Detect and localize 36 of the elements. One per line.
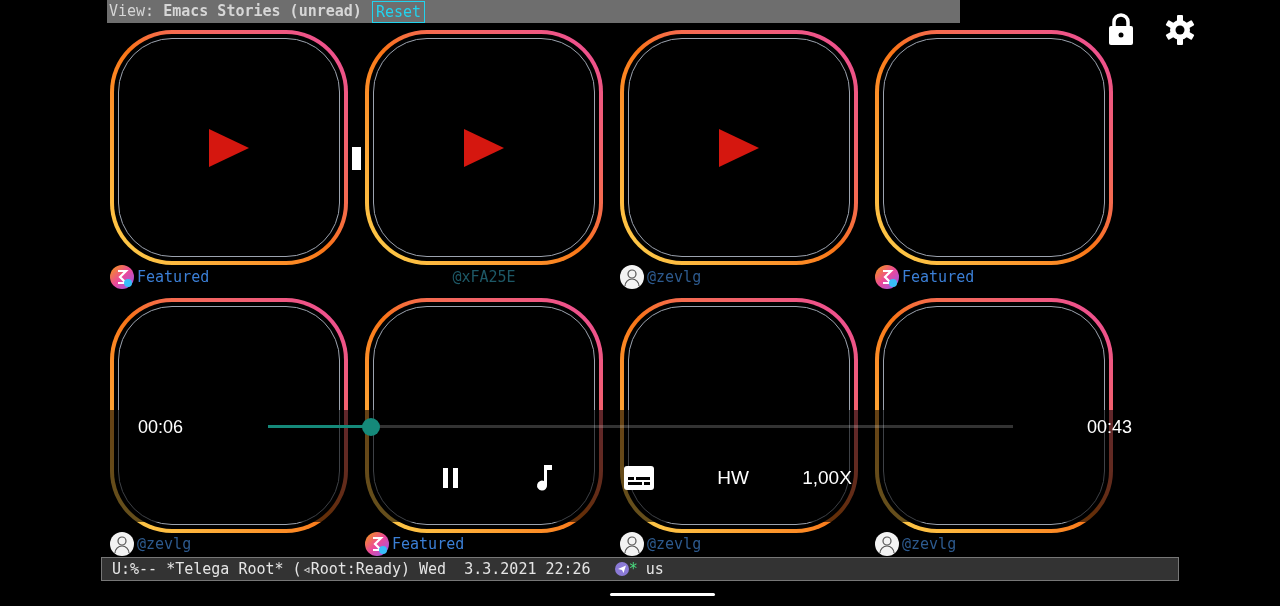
story-author[interactable]: Featured (902, 267, 975, 287)
view-label: View: Emacs Stories (unread) (109, 1, 362, 23)
story-card[interactable] (875, 30, 1113, 265)
story-card[interactable] (620, 30, 858, 265)
play-icon[interactable] (719, 128, 759, 167)
pause-icon[interactable] (441, 467, 461, 489)
story-author[interactable]: @xFA25E (452, 267, 516, 287)
story-author[interactable]: Featured (137, 267, 210, 287)
story-card[interactable] (110, 298, 348, 533)
story-author[interactable]: @zevlg (647, 267, 702, 287)
story-author[interactable]: Featured (392, 534, 465, 554)
play-icon[interactable] (464, 128, 504, 167)
seek-bar[interactable] (268, 418, 1013, 436)
story-card[interactable] (110, 30, 348, 265)
mode-line-status: U:%-- *Telega Root* (◃Root:Ready) Wed 3.3.2021 22:26 (112, 558, 591, 580)
story-card[interactable] (365, 30, 603, 265)
story-card[interactable] (365, 298, 603, 533)
subtitles-icon[interactable] (624, 466, 654, 490)
story-author[interactable]: @zevlg (902, 534, 957, 554)
lock-icon[interactable] (1108, 13, 1134, 45)
settings-icon[interactable] (1165, 15, 1195, 45)
seek-thumb[interactable] (361, 418, 380, 436)
telegram-icon (614, 562, 629, 576)
text-cursor (352, 147, 361, 170)
story-author[interactable]: @zevlg (137, 534, 192, 554)
story-author[interactable]: @zevlg (647, 534, 702, 554)
story-card[interactable] (620, 298, 858, 533)
speed-button[interactable]: 1,00X (780, 463, 874, 493)
play-icon[interactable] (209, 128, 249, 167)
total-time: 00:43 (1087, 415, 1133, 439)
music-note-icon[interactable] (535, 465, 555, 491)
input-method: us (645, 558, 664, 580)
modified-status-text: * (628, 558, 638, 580)
decoder-button[interactable]: HW (686, 463, 780, 493)
reset-button[interactable]: Reset (371, 0, 426, 23)
elapsed-time: 00:06 (138, 415, 185, 439)
